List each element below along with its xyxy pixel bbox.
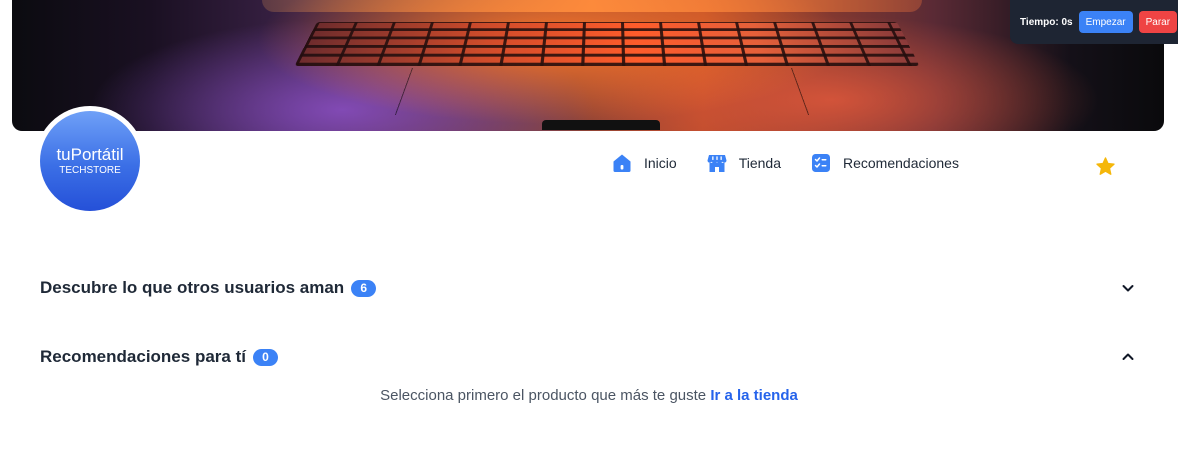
store-icon [707, 155, 727, 172]
stop-button[interactable]: Parar [1138, 11, 1178, 33]
section-header-recommendations[interactable]: Recomendaciones para tí 0 [40, 345, 1136, 369]
nav-item-tienda[interactable]: Tienda [707, 153, 781, 173]
home-icon [613, 154, 631, 172]
laptop-screen-edge [262, 0, 922, 12]
nav-item-inicio[interactable]: Inicio [612, 153, 677, 173]
brand-name: tuPortátil [56, 145, 124, 164]
hero-banner-image [12, 0, 1164, 131]
laptop-keyboard [294, 22, 920, 66]
brand-tagline: TECHSTORE [59, 165, 121, 176]
checklist-icon [811, 154, 830, 172]
main-nav: Inicio Tienda Recomendaciones [612, 153, 989, 173]
chevron-down-icon[interactable] [1120, 280, 1136, 296]
empty-message: Selecciona primero el producto que más t… [380, 387, 707, 404]
laptop-trackpad [394, 68, 810, 116]
section-title: Recomendaciones para tí [40, 347, 246, 366]
star-icon[interactable] [1095, 156, 1116, 177]
chevron-up-icon[interactable] [1120, 349, 1136, 365]
recommendations-empty-state: Selecciona primero el producto que más t… [0, 387, 1178, 404]
count-badge: 0 [252, 348, 278, 366]
laptop-notch [542, 120, 660, 130]
brand-logo-circle: tuPortátil TECHSTORE [40, 111, 140, 211]
brand-logo[interactable]: tuPortátil TECHSTORE [35, 106, 145, 216]
timer-label: Tiempo: 0s [1020, 16, 1073, 28]
nav-label-recomendaciones: Recomendaciones [842, 155, 959, 171]
nav-label-tienda: Tienda [738, 155, 781, 171]
count-badge: 6 [351, 279, 377, 297]
nav-item-recomendaciones[interactable]: Recomendaciones [811, 153, 959, 173]
start-button[interactable]: Empezar [1078, 11, 1133, 33]
nav-label-inicio: Inicio [644, 155, 677, 171]
go-to-store-link[interactable]: Ir a la tienda [710, 387, 798, 404]
section-header-popular[interactable]: Descubre lo que otros usuarios aman 6 [40, 276, 1136, 300]
section-title: Descubre lo que otros usuarios aman [40, 278, 345, 297]
timer-widget: Tiempo: 0s Empezar Parar [1010, 0, 1178, 44]
